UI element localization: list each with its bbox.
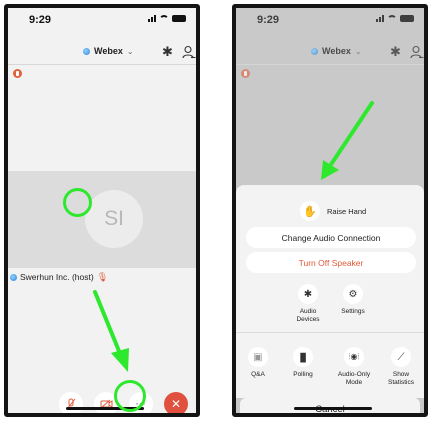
- participant-name: Swerhun Inc. (host): [20, 272, 94, 282]
- avatar: SI: [85, 190, 143, 248]
- turn-off-speaker-button[interactable]: Turn Off Speaker: [246, 252, 416, 273]
- participant-name-bar: Swerhun Inc. (host) 🎙: [8, 270, 108, 284]
- phone-screen-left: 9:29 Webex ⌄ ✱ SI Swerhun Inc. (host) 🎙: [4, 4, 200, 417]
- more-options-sheet: ✋ Raise Hand Change Audio Connection Tur…: [236, 185, 424, 398]
- bluetooth-icon[interactable]: ✱: [162, 44, 173, 60]
- polling-icon: ▐▌: [293, 347, 313, 367]
- option-label: Q&A: [251, 371, 265, 378]
- header-divider: [8, 64, 196, 65]
- raise-hand-row[interactable]: ✋ Raise Hand: [300, 201, 366, 221]
- highlight-ring-more-button: [114, 380, 146, 412]
- signal-icon: [376, 15, 384, 22]
- raise-hand-button[interactable]: ✋: [300, 201, 320, 221]
- webex-menu[interactable]: Webex ⌄: [311, 46, 362, 56]
- participants-icon[interactable]: [410, 45, 424, 59]
- polling-option[interactable]: ▐▌ Polling: [281, 347, 325, 379]
- wifi-icon: [159, 15, 169, 22]
- hand-icon: ✋: [303, 205, 317, 218]
- chevron-down-icon: ⌄: [354, 46, 362, 56]
- option-label: Settings: [341, 308, 365, 315]
- webex-logo-icon: [311, 47, 318, 55]
- signal-icon: [148, 15, 156, 22]
- app-name: Webex: [94, 46, 123, 56]
- sheet-divider: [236, 332, 424, 333]
- mic-muted-icon: 🎙: [96, 271, 109, 282]
- status-bar: 9:29: [8, 8, 196, 30]
- change-audio-connection-button[interactable]: Change Audio Connection: [246, 227, 416, 248]
- recording-icon: [13, 69, 22, 78]
- phone-screen-right: 9:29 Webex ⌄ ✱ ✋ Raise Hand Change Audio…: [232, 4, 428, 417]
- qa-option[interactable]: ▣ Q&A: [236, 347, 280, 379]
- video-tile: SI: [8, 171, 196, 268]
- participants-icon[interactable]: [182, 45, 196, 59]
- status-bar: 9:29: [236, 8, 424, 30]
- raise-hand-label: Raise Hand: [327, 206, 367, 216]
- chevron-down-icon: ⌄: [126, 46, 134, 56]
- option-label: Audio-Only Mode: [337, 371, 371, 386]
- wifi-icon: [387, 15, 397, 22]
- battery-icon: [172, 15, 186, 22]
- bluetooth-icon: ✱: [298, 284, 318, 304]
- show-statistics-option[interactable]: ⟋ Show Statistics: [379, 347, 423, 386]
- audio-only-mode-option[interactable]: ⦙◉⦙ Audio-Only Mode: [332, 347, 376, 386]
- battery-icon: [400, 15, 414, 22]
- statistics-icon: ⟋: [391, 347, 411, 367]
- highlight-ring-raise-hand: [63, 188, 92, 217]
- mute-button[interactable]: [59, 392, 83, 413]
- option-label: Show Statistics: [387, 371, 414, 386]
- meeting-header: Webex ⌄ ✱: [8, 44, 196, 62]
- audio-devices-option[interactable]: ✱ Audio Devices: [286, 284, 330, 323]
- app-name: Webex: [322, 46, 351, 56]
- qa-icon: ▣: [248, 347, 268, 367]
- header-divider: [236, 64, 424, 65]
- audio-only-icon: ⦙◉⦙: [344, 347, 364, 367]
- status-icons: [148, 15, 186, 22]
- settings-option[interactable]: ⚙ Settings: [331, 284, 375, 316]
- status-time: 9:29: [29, 14, 52, 26]
- recording-icon: [241, 69, 250, 78]
- webex-logo-icon: [83, 47, 90, 55]
- bluetooth-icon[interactable]: ✱: [390, 44, 401, 60]
- home-indicator: [294, 407, 372, 410]
- gear-icon: ⚙: [343, 284, 363, 304]
- option-label: Audio Devices: [296, 308, 320, 323]
- status-icons: [376, 15, 414, 22]
- webex-logo-icon: [10, 273, 17, 281]
- option-label: Polling: [293, 371, 313, 378]
- status-time: 9:29: [257, 14, 280, 26]
- meeting-header: Webex ⌄ ✱: [236, 44, 424, 62]
- close-icon: ✕: [170, 397, 182, 411]
- end-call-button[interactable]: ✕: [164, 392, 188, 413]
- webex-menu[interactable]: Webex ⌄: [83, 46, 134, 56]
